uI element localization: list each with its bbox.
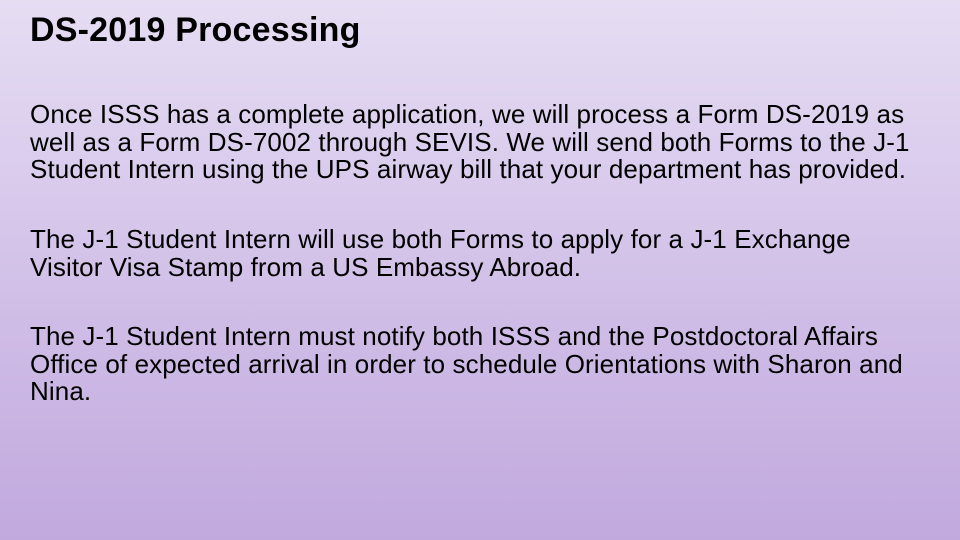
body-paragraph: The J-1 Student Intern must notify both … xyxy=(30,323,930,406)
body-paragraph: The J-1 Student Intern will use both For… xyxy=(30,226,930,281)
slide-title: DS-2019 Processing xyxy=(30,12,930,49)
slide: DS-2019 Processing Once ISSS has a compl… xyxy=(0,0,960,540)
body-paragraph: Once ISSS has a complete application, we… xyxy=(30,101,930,184)
